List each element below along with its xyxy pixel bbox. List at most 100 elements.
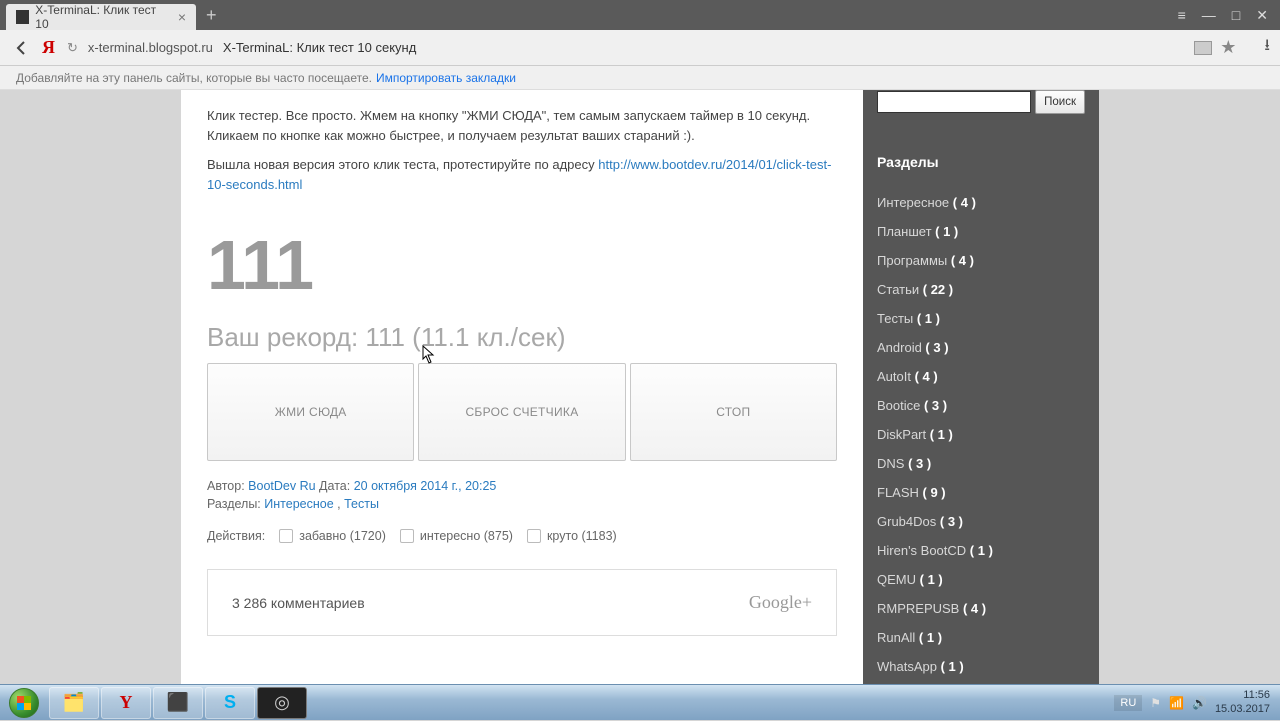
category-link[interactable]: AutoIt [877,369,915,384]
category-link[interactable]: Hiren's BootCD [877,543,970,558]
yandex-icon[interactable]: Я [42,37,55,58]
meta-sections-label: Разделы: [207,497,261,511]
category-link[interactable]: WhatsApp [877,659,941,674]
search-button[interactable]: Поиск [1035,90,1085,114]
reset-counter-button[interactable]: СБРОС СЧЕТЧИКА [418,363,625,461]
taskbar-app-icon[interactable]: ⬛ [153,687,203,719]
category-link[interactable]: RMPREPUSB [877,601,963,616]
category-count: ( 4 ) [953,195,976,210]
category-count: ( 1 ) [917,311,940,326]
tray-flag-icon[interactable]: ⚑ [1150,696,1161,710]
tray-clock[interactable]: 11:56 15.03.2017 [1215,689,1270,715]
window-controls: ≡ ― □ ✕ [1174,5,1280,26]
category-link[interactable]: Интересное [877,195,953,210]
reload-icon[interactable]: ↻ [67,40,78,56]
tab-close-icon[interactable]: × [178,9,186,25]
category-item[interactable]: Bootice ( 3 ) [877,391,1085,420]
category-item[interactable]: QEMU ( 1 ) [877,565,1085,594]
category-item[interactable]: DNS ( 3 ) [877,449,1085,478]
tray-volume-icon[interactable]: 🔊 [1192,696,1207,710]
category-count: ( 4 ) [963,601,986,616]
search-input[interactable] [877,91,1031,113]
category-count: ( 9 ) [923,485,946,500]
category-item[interactable]: RunAll ( 1 ) [877,623,1085,652]
meta-date-label: Дата: [319,479,350,493]
category-item[interactable]: RMPREPUSB ( 4 ) [877,594,1085,623]
category-item[interactable]: Hiren's BootCD ( 1 ) [877,536,1085,565]
category-link[interactable]: Программы [877,253,951,268]
taskbar-skype-icon[interactable]: S [205,687,255,719]
reaction-funny[interactable]: забавно (1720) [279,529,386,543]
url-input[interactable]: x-terminal.blogspot.ru X-TerminaL: Клик … [88,40,1194,55]
category-count: ( 3 ) [940,514,963,529]
category-link[interactable]: Grub4Dos [877,514,940,529]
category-count: ( 1 ) [970,543,993,558]
category-count: ( 22 ) [923,282,953,297]
maximize-icon[interactable]: □ [1228,5,1244,26]
category-link[interactable]: DNS [877,456,908,471]
downloads-icon[interactable]: ⭳ [1264,34,1270,61]
category-item[interactable]: Grub4Dos ( 3 ) [877,507,1085,536]
windows-logo-icon [9,688,39,718]
tray-network-icon[interactable]: 📶 [1169,696,1184,710]
category-item[interactable]: Статьи ( 22 ) [877,275,1085,304]
category-count: ( 4 ) [915,369,938,384]
section-link-2[interactable]: Тесты [344,497,379,511]
category-link[interactable]: FLASH [877,485,923,500]
taskbar-explorer-icon[interactable]: 🗂️ [49,687,99,719]
category-item[interactable]: AutoIt ( 4 ) [877,362,1085,391]
reaction-cool[interactable]: круто (1183) [527,529,617,543]
checkbox-icon [527,529,541,543]
intro-paragraph-2: Вышла новая версия этого клик теста, про… [207,155,837,194]
category-link[interactable]: QEMU [877,572,920,587]
back-icon[interactable] [10,36,34,60]
stop-button[interactable]: СТОП [630,363,837,461]
date-link[interactable]: 20 октября 2014 г., 20:25 [354,479,497,493]
minimize-icon[interactable]: ― [1198,5,1220,26]
category-link[interactable]: Планшет [877,224,935,239]
system-tray: RU ⚑ 📶 🔊 11:56 15.03.2017 [1104,685,1280,720]
reaction-cool-label: круто (1183) [547,529,617,543]
new-tab-button[interactable]: + [206,5,217,26]
tray-date: 15.03.2017 [1215,703,1270,716]
category-item[interactable]: Программы ( 4 ) [877,246,1085,275]
page-viewport: Клик тестер. Все просто. Жмем на кнопку … [0,90,1280,684]
comments-count: 3 286 комментариев [232,595,365,611]
category-item[interactable]: FLASH ( 9 ) [877,478,1085,507]
start-button[interactable] [0,685,48,721]
click-here-button[interactable]: ЖМИ СЮДА [207,363,414,461]
category-link[interactable]: DiskPart [877,427,930,442]
category-link[interactable]: Тесты [877,311,917,326]
actions-label: Действия: [207,529,265,543]
category-count: ( 1 ) [935,224,958,239]
category-item[interactable]: Android ( 3 ) [877,333,1085,362]
close-icon[interactable]: ✕ [1252,5,1272,26]
menu-icon[interactable]: ≡ [1174,5,1190,26]
taskbar-yandex-icon[interactable]: Y [101,687,151,719]
checkbox-icon [400,529,414,543]
lock-icon[interactable] [1194,41,1212,55]
url-page-title: X-TerminaL: Клик тест 10 секунд [223,40,416,55]
reaction-interesting-label: интересно (875) [420,529,513,543]
category-item[interactable]: Тесты ( 1 ) [877,304,1085,333]
author-link[interactable]: BootDev Ru [248,479,315,493]
sidebar-sections-title: Разделы [877,154,1085,170]
reaction-interesting[interactable]: интересно (875) [400,529,513,543]
category-link[interactable]: RunAll [877,630,919,645]
browser-tab[interactable]: X-TerminaL: Клик тест 10 × [6,4,196,30]
taskbar-obs-icon[interactable]: ◎ [257,687,307,719]
category-link[interactable]: Android [877,340,925,355]
category-item[interactable]: Интересное ( 4 ) [877,188,1085,217]
category-item[interactable]: DiskPart ( 1 ) [877,420,1085,449]
tab-favicon-icon [16,10,29,24]
category-link[interactable]: Bootice [877,398,924,413]
tray-language[interactable]: RU [1114,695,1142,711]
category-item[interactable]: WhatsApp ( 1 ) [877,652,1085,681]
category-count: ( 1 ) [941,659,964,674]
import-bookmarks-link[interactable]: Импортировать закладки [376,71,516,85]
category-link[interactable]: Статьи [877,282,923,297]
category-item[interactable]: Планшет ( 1 ) [877,217,1085,246]
bookmark-star-icon[interactable]: ★ [1220,37,1236,58]
section-link-1[interactable]: Интересное [264,497,333,511]
click-counter: 111 [207,230,837,300]
